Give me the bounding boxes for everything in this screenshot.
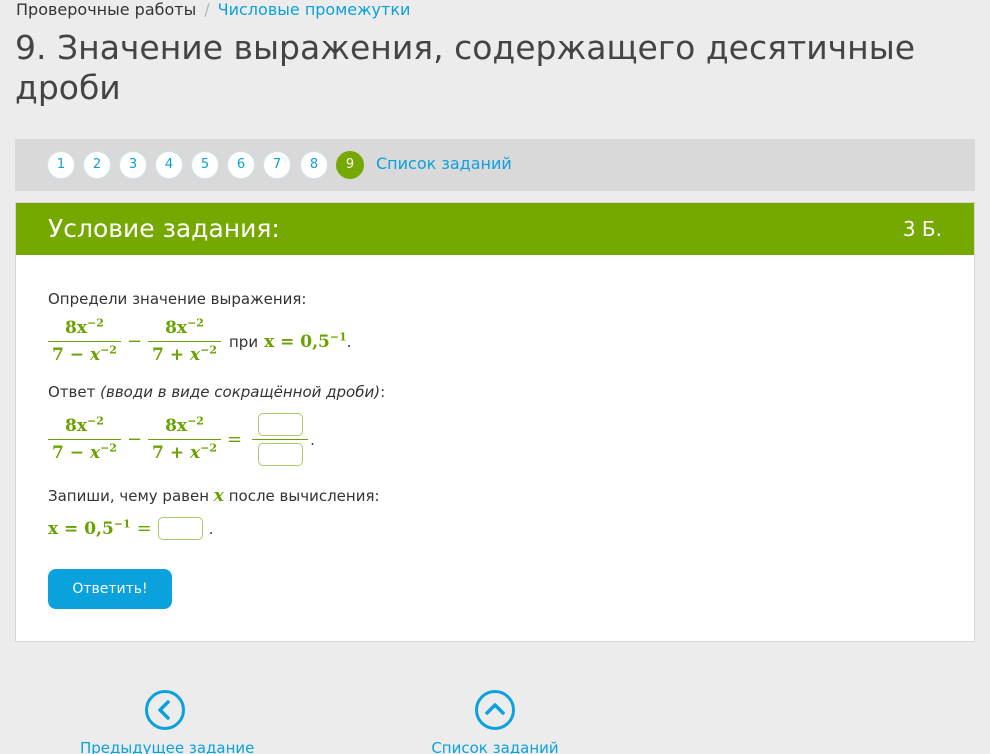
task-number-bar: 1 2 3 4 5 6 7 8 9 Список заданий — [15, 139, 975, 191]
answer-expression-line: 8x−2 7 − x−2 − 8x−2 7 + x−2 = . — [48, 413, 315, 466]
equals-operator: = — [136, 518, 152, 539]
chevron-left-icon[interactable] — [145, 690, 185, 730]
task-number-9-active[interactable]: 9 — [336, 151, 364, 179]
task-number-3[interactable]: 3 — [119, 151, 147, 179]
answer-fraction-1: 8x−2 7 − x−2 — [48, 415, 121, 464]
task-list-link[interactable]: Список заданий — [376, 154, 512, 174]
prev-task-label[interactable]: Предыдущее задание — [80, 738, 254, 754]
task-prompt: Определи значение выражения: — [48, 290, 307, 308]
breadcrumb: Проверочные работы / Числовые промежутки — [16, 0, 410, 20]
fraction-2-denominator: 7 + x−2 — [148, 341, 221, 366]
fraction-1-numerator: 8x−2 — [65, 316, 104, 338]
minus-operator: − — [126, 429, 143, 450]
x-expression: x = 0,5−1 — [48, 516, 131, 539]
fraction-2-numerator: 8x−2 — [165, 316, 204, 338]
at-word: при — [229, 332, 259, 351]
answer-fraction-2: 8x−2 7 + x−2 — [148, 415, 221, 464]
breadcrumb-parent[interactable]: Проверочные работы — [16, 0, 196, 19]
task-number-2[interactable]: 2 — [83, 151, 111, 179]
fraction-1: 8x−2 7 − x−2 — [48, 317, 121, 366]
task-card: Условие задания: 3 Б. Определи значение … — [15, 202, 975, 642]
answer-fraction-input — [252, 413, 309, 466]
task-list-nav[interactable]: Список заданий — [425, 690, 565, 754]
fraction-2: 8x−2 7 + x−2 — [148, 317, 221, 366]
minus-operator: − — [126, 331, 143, 352]
task-number-8[interactable]: 8 — [300, 151, 328, 179]
breadcrumb-current[interactable]: Числовые промежутки — [218, 0, 411, 19]
breadcrumb-separator: / — [204, 0, 210, 19]
prev-task-nav[interactable]: Предыдущее задание — [80, 690, 254, 754]
x-answer-line: x = 0,5−1 = . — [48, 517, 214, 540]
x-line-end: . — [208, 519, 214, 538]
x-value: x = 0,5−1 — [264, 329, 347, 352]
task-number-5[interactable]: 5 — [191, 151, 219, 179]
task-number-6[interactable]: 6 — [227, 151, 255, 179]
task-number-4[interactable]: 4 — [155, 151, 183, 179]
answer-label: Ответ (вводи в виде сокращённой дроби): — [48, 383, 386, 401]
submit-button[interactable]: Ответить! — [48, 569, 172, 609]
x-prompt: Запиши, чему равен x после вычисления: — [48, 486, 380, 506]
task-list-label[interactable]: Список заданий — [425, 738, 565, 754]
card-header: Условие задания: 3 Б. — [16, 203, 974, 255]
fraction-bar — [252, 439, 309, 440]
task-number-7[interactable]: 7 — [263, 151, 291, 179]
answer-end: . — [310, 430, 315, 449]
numerator-input[interactable] — [257, 413, 303, 436]
denominator-input[interactable] — [257, 443, 303, 466]
page-title: 9. Значение выражения, содержащего десят… — [15, 28, 916, 107]
task-number-1[interactable]: 1 — [47, 151, 75, 179]
chevron-up-icon[interactable] — [475, 690, 515, 730]
x-value-input[interactable] — [157, 517, 203, 540]
card-header-title: Условие задания: — [48, 214, 280, 243]
expression-line: 8x−2 7 − x−2 − 8x−2 7 + x−2 при x = 0,5−… — [48, 317, 352, 366]
task-points: 3 Б. — [902, 217, 942, 241]
expression-end: . — [346, 332, 352, 351]
equals-operator: = — [227, 429, 243, 450]
fraction-1-denominator: 7 − x−2 — [48, 341, 121, 366]
